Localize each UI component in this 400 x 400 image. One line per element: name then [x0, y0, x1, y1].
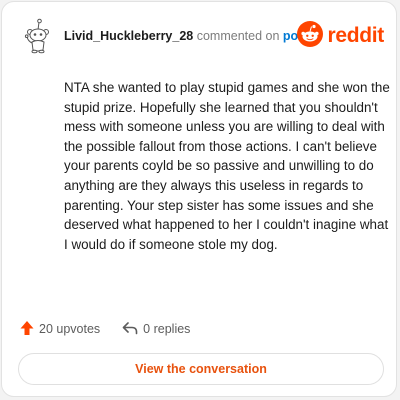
reddit-wordmark: reddit: [327, 24, 384, 47]
replies-count: 0 replies: [143, 322, 191, 336]
reply-arrow-icon: [122, 321, 138, 338]
comment-meta: Livid_Huckleberry_28 commented on post: [64, 29, 309, 43]
username-link[interactable]: Livid_Huckleberry_28: [64, 29, 193, 43]
upvote-button[interactable]: 20 upvotes: [20, 320, 100, 339]
reddit-snoo-icon: [297, 20, 324, 52]
comment-footer: 20 upvotes 0 replies: [20, 320, 190, 338]
action-text: commented on: [196, 29, 280, 43]
reddit-logo[interactable]: reddit: [297, 20, 384, 52]
view-conversation-label: View the conversation: [135, 362, 267, 376]
comment-body: NTA she wanted to play stupid games and …: [64, 80, 390, 252]
comment-card: Livid_Huckleberry_28 commented on post r: [1, 1, 397, 397]
avatar-icon[interactable]: [18, 16, 58, 56]
replies-button[interactable]: 0 replies: [122, 321, 190, 338]
comment-header: Livid_Huckleberry_28 commented on post r: [18, 16, 384, 56]
view-conversation-button[interactable]: View the conversation: [18, 353, 384, 385]
upvote-count: 20 upvotes: [39, 322, 101, 336]
upvote-arrow-icon: [20, 320, 34, 339]
